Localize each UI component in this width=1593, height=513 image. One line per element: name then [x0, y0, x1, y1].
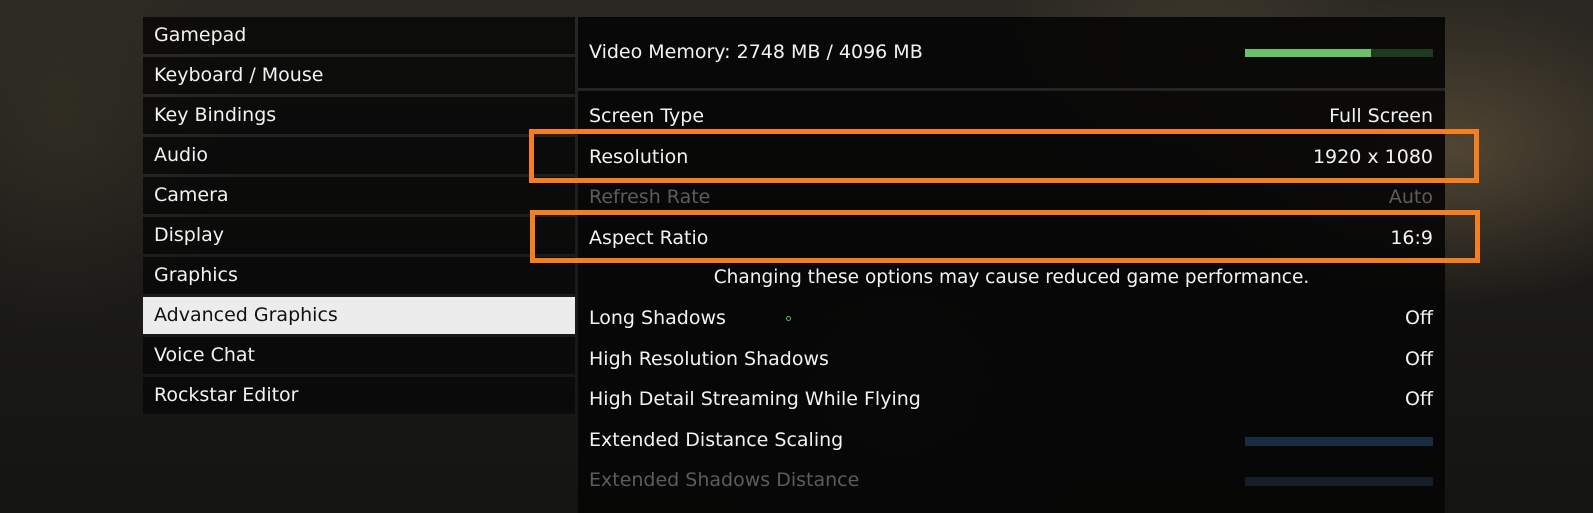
setting-high-detail-streaming[interactable]: High Detail Streaming While Flying Off — [578, 379, 1445, 420]
menu-item-audio[interactable]: Audio — [143, 137, 575, 174]
setting-long-shadows[interactable]: Long Shadows Off — [578, 298, 1445, 339]
settings-panel: Video Memory: 2748 MB / 4096 MB Screen T… — [578, 17, 1445, 513]
video-memory-label: Video Memory: 2748 MB / 4096 MB — [589, 41, 923, 63]
settings-menu: Gamepad Keyboard / Mouse Key Bindings Au… — [143, 17, 575, 417]
settings-list: Screen Type Full Screen Resolution 1920 … — [578, 96, 1445, 501]
menu-item-key-bindings[interactable]: Key Bindings — [143, 97, 575, 134]
performance-notice: Changing these options may cause reduced… — [713, 267, 1310, 288]
mouse-cursor-icon — [786, 316, 791, 321]
setting-label: Extended Distance Scaling — [589, 428, 844, 451]
video-memory-bar-fill — [1245, 49, 1371, 57]
menu-item-graphics[interactable]: Graphics — [143, 257, 575, 294]
menu-item-display[interactable]: Display — [143, 217, 575, 254]
video-memory-section: Video Memory: 2748 MB / 4096 MB — [578, 17, 1445, 91]
setting-label: Refresh Rate — [589, 186, 711, 208]
setting-value: Auto — [1388, 186, 1433, 208]
extended-shadows-distance-slider — [1245, 477, 1433, 486]
setting-value: 1920 x 1080 — [1312, 145, 1433, 168]
setting-value: Off — [1404, 347, 1433, 370]
setting-label: High Detail Streaming While Flying — [589, 388, 921, 410]
setting-value: Full Screen — [1329, 105, 1433, 127]
menu-item-gamepad[interactable]: Gamepad — [143, 17, 575, 54]
setting-label: Extended Shadows Distance — [589, 469, 860, 491]
menu-item-voice-chat[interactable]: Voice Chat — [143, 337, 575, 374]
menu-item-rockstar-editor[interactable]: Rockstar Editor — [143, 377, 575, 414]
setting-label: Long Shadows — [589, 307, 726, 329]
setting-resolution[interactable]: Resolution 1920 x 1080 — [578, 137, 1445, 178]
setting-aspect-ratio[interactable]: Aspect Ratio 16:9 — [578, 218, 1445, 259]
setting-value: 16:9 — [1390, 226, 1433, 249]
setting-label: High Resolution Shadows — [589, 347, 829, 370]
setting-label: Screen Type — [589, 105, 705, 127]
menu-item-keyboard-mouse[interactable]: Keyboard / Mouse — [143, 57, 575, 94]
video-memory-bar — [1245, 49, 1433, 57]
setting-screen-type[interactable]: Screen Type Full Screen — [578, 96, 1445, 137]
menu-item-advanced-graphics[interactable]: Advanced Graphics — [143, 297, 575, 334]
menu-item-camera[interactable]: Camera — [143, 177, 575, 214]
setting-extended-distance-scaling[interactable]: Extended Distance Scaling — [578, 420, 1445, 461]
setting-high-resolution-shadows[interactable]: High Resolution Shadows Off — [578, 339, 1445, 380]
setting-extended-shadows-distance: Extended Shadows Distance — [578, 460, 1445, 501]
setting-label: Aspect Ratio — [589, 226, 709, 249]
setting-label: Resolution — [589, 145, 689, 168]
extended-distance-scaling-slider[interactable] — [1245, 436, 1433, 446]
setting-value: Off — [1404, 388, 1433, 410]
setting-value: Off — [1404, 307, 1433, 329]
setting-refresh-rate: Refresh Rate Auto — [578, 177, 1445, 218]
